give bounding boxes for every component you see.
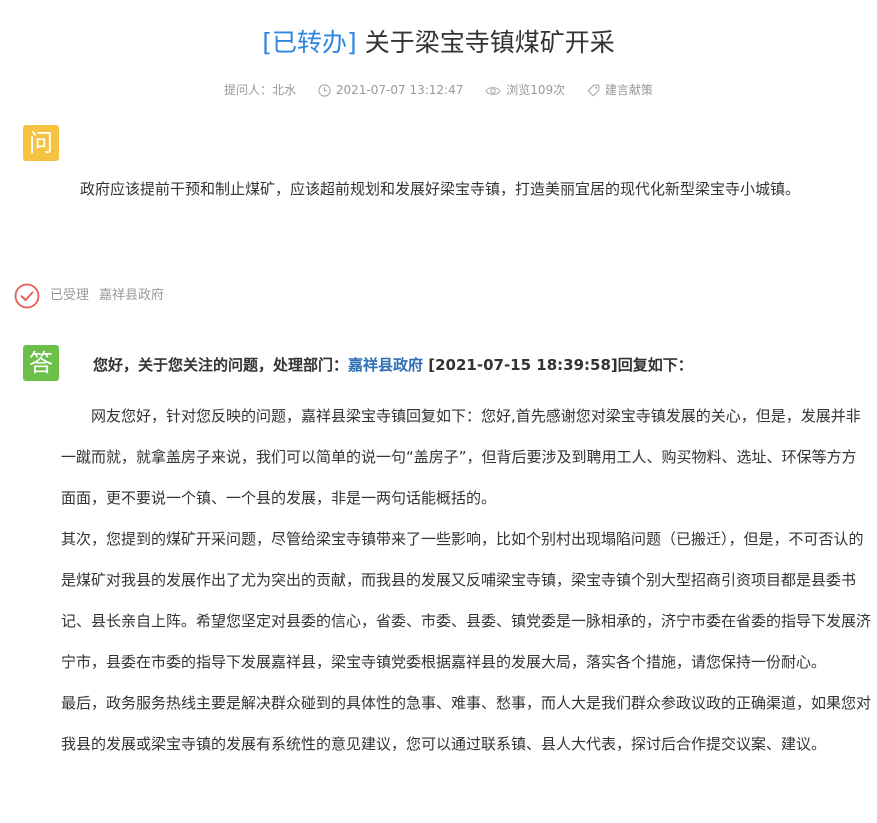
reply-prefix: 您好，关于您关注的问题，处理部门： — [93, 356, 349, 374]
category-info[interactable]: 建言献策 — [587, 81, 653, 99]
reply-department: 嘉祥县政府 — [348, 356, 424, 374]
title-text: 关于梁宝寺镇煤矿开采 — [356, 28, 615, 57]
views-info: 浏览109次 — [485, 81, 565, 99]
tag-icon — [587, 84, 600, 96]
datetime-text: 2021-07-07 13:12:47 — [335, 82, 464, 97]
status-department: 嘉祥县政府 — [99, 288, 165, 303]
clock-icon — [318, 83, 331, 97]
status-label: 已受理 — [50, 288, 90, 303]
views-text: 浏览109次 — [506, 82, 566, 97]
asker-info: 提问人：北水 — [224, 81, 296, 99]
status-tag: [已转办] — [262, 28, 357, 57]
answer-paragraph: 网友您好，针对您反映的问题，嘉祥县梁宝寺镇回复如下：您好,首先感谢您对梁宝寺镇发… — [61, 407, 861, 507]
asker-label: 提问人： — [224, 82, 273, 97]
asker-name: 北水 — [272, 82, 297, 97]
answer-paragraph: 其次，您提到的煤矿开采问题，尽管给梁宝寺镇带来了一些影响，比如个别村出现塌陷问题… — [61, 530, 872, 671]
reply-suffix: [2021-07-15 18:39:58]回复如下： — [423, 356, 693, 374]
meta-bar: 提问人：北水 2021-07-07 13:12:47 浏览109次 建言献策 — [0, 80, 877, 99]
category-text[interactable]: 建言献策 — [605, 83, 653, 97]
answer-badge: 答 — [23, 345, 59, 381]
answer-paragraph: 最后，政务服务热线主要是解决群众碰到的具体性的急事、难事、愁事，而人大是我们群众… — [61, 694, 872, 753]
page-title: [已转办] 关于梁宝寺镇煤矿开采 — [0, 26, 877, 60]
question-badge: 问 — [23, 125, 59, 161]
datetime-info: 2021-07-07 13:12:47 — [318, 81, 463, 99]
question-text: 政府应该提前干预和制止煤矿，应该超前规划和发展好梁宝寺镇，打造美丽宜居的现代化新… — [80, 180, 801, 198]
reply-header: 您好，关于您关注的问题，处理部门：嘉祥县政府 [2021-07-15 18:39… — [93, 353, 693, 377]
eye-icon — [485, 86, 501, 95]
answer-body: 网友您好，针对您反映的问题，嘉祥县梁宝寺镇回复如下：您好,首先感谢您对梁宝寺镇发… — [61, 396, 871, 765]
check-circle-icon — [14, 283, 40, 309]
acceptance-status: 已受理 嘉祥县政府 — [14, 283, 174, 309]
